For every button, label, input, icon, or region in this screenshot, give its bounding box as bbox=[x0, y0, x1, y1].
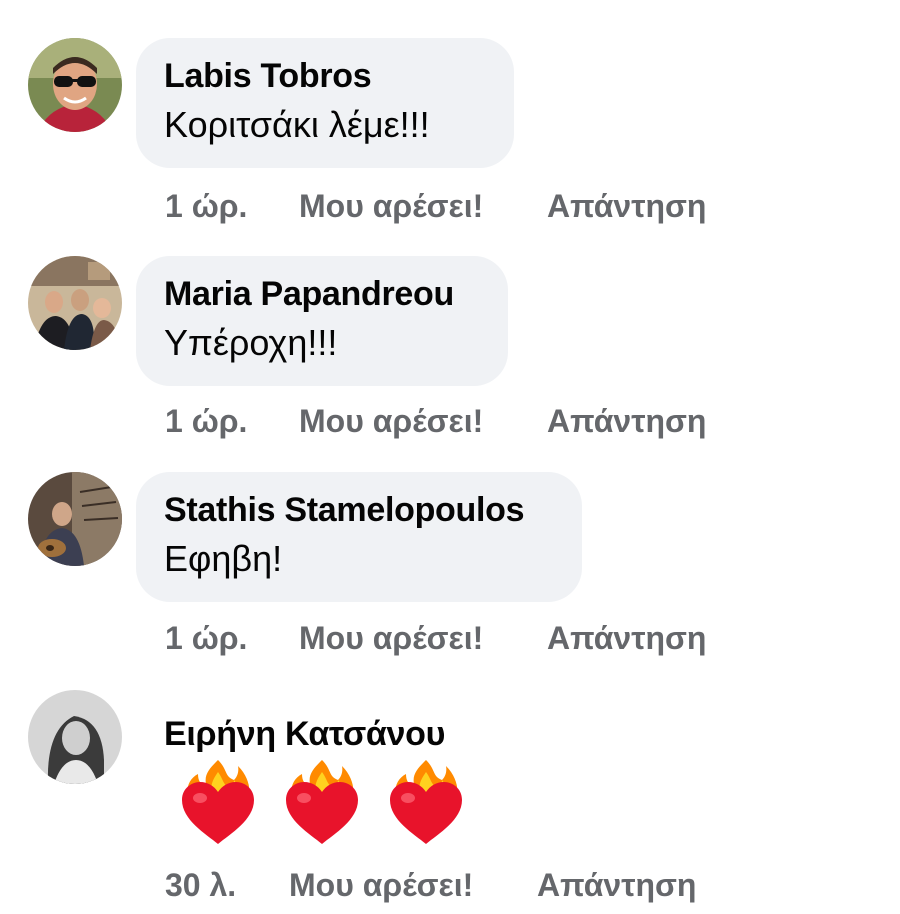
comment-actions: 1 ώρ. Μου αρέσει! Απάντηση bbox=[165, 188, 706, 225]
comment-time[interactable]: 1 ώρ. bbox=[165, 620, 299, 657]
heart-on-fire-icon bbox=[182, 760, 254, 844]
heart-on-fire-icon bbox=[286, 760, 358, 844]
reply-button[interactable]: Απάντηση bbox=[547, 620, 706, 657]
avatar[interactable] bbox=[28, 38, 122, 132]
comment-text: Εφηβη! bbox=[164, 538, 283, 579]
like-button[interactable]: Μου αρέσει! bbox=[289, 867, 537, 904]
comment-time[interactable]: 1 ώρ. bbox=[165, 188, 299, 225]
comment-author[interactable]: Stathis Stamelopoulos bbox=[164, 488, 554, 532]
comment-author[interactable]: Ειρήνη Κατσάνου bbox=[164, 712, 445, 756]
comment-time[interactable]: 1 ώρ. bbox=[165, 403, 299, 440]
avatar[interactable] bbox=[28, 472, 122, 566]
reply-button[interactable]: Απάντηση bbox=[537, 867, 696, 904]
avatar[interactable] bbox=[28, 690, 122, 784]
comment-bubble: Maria Papandreou Υπέροχη!!! bbox=[136, 256, 508, 386]
comment-bubble: Ειρήνη Κατσάνου bbox=[136, 712, 445, 756]
comment-actions: 30 λ. Μου αρέσει! Απάντηση bbox=[165, 867, 696, 904]
like-button[interactable]: Μου αρέσει! bbox=[299, 188, 547, 225]
comment-author[interactable]: Maria Papandreou bbox=[164, 272, 480, 316]
avatar[interactable] bbox=[28, 256, 122, 350]
comment-text: Κοριτσάκι λέμε!!! bbox=[164, 104, 430, 145]
reply-button[interactable]: Απάντηση bbox=[547, 403, 706, 440]
reply-button[interactable]: Απάντηση bbox=[547, 188, 706, 225]
comment-actions: 1 ώρ. Μου αρέσει! Απάντηση bbox=[165, 620, 706, 657]
comment-bubble: Labis Tobros Κοριτσάκι λέμε!!! bbox=[136, 38, 514, 168]
comment-text: Υπέροχη!!! bbox=[164, 322, 338, 363]
comment-actions: 1 ώρ. Μου αρέσει! Απάντηση bbox=[165, 403, 706, 440]
like-button[interactable]: Μου αρέσει! bbox=[299, 403, 547, 440]
comment-bubble: Stathis Stamelopoulos Εφηβη! bbox=[136, 472, 582, 602]
comment-time[interactable]: 30 λ. bbox=[165, 867, 289, 904]
comment-author[interactable]: Labis Tobros bbox=[164, 54, 486, 98]
like-button[interactable]: Μου αρέσει! bbox=[299, 620, 547, 657]
heart-on-fire-icon bbox=[390, 760, 462, 844]
